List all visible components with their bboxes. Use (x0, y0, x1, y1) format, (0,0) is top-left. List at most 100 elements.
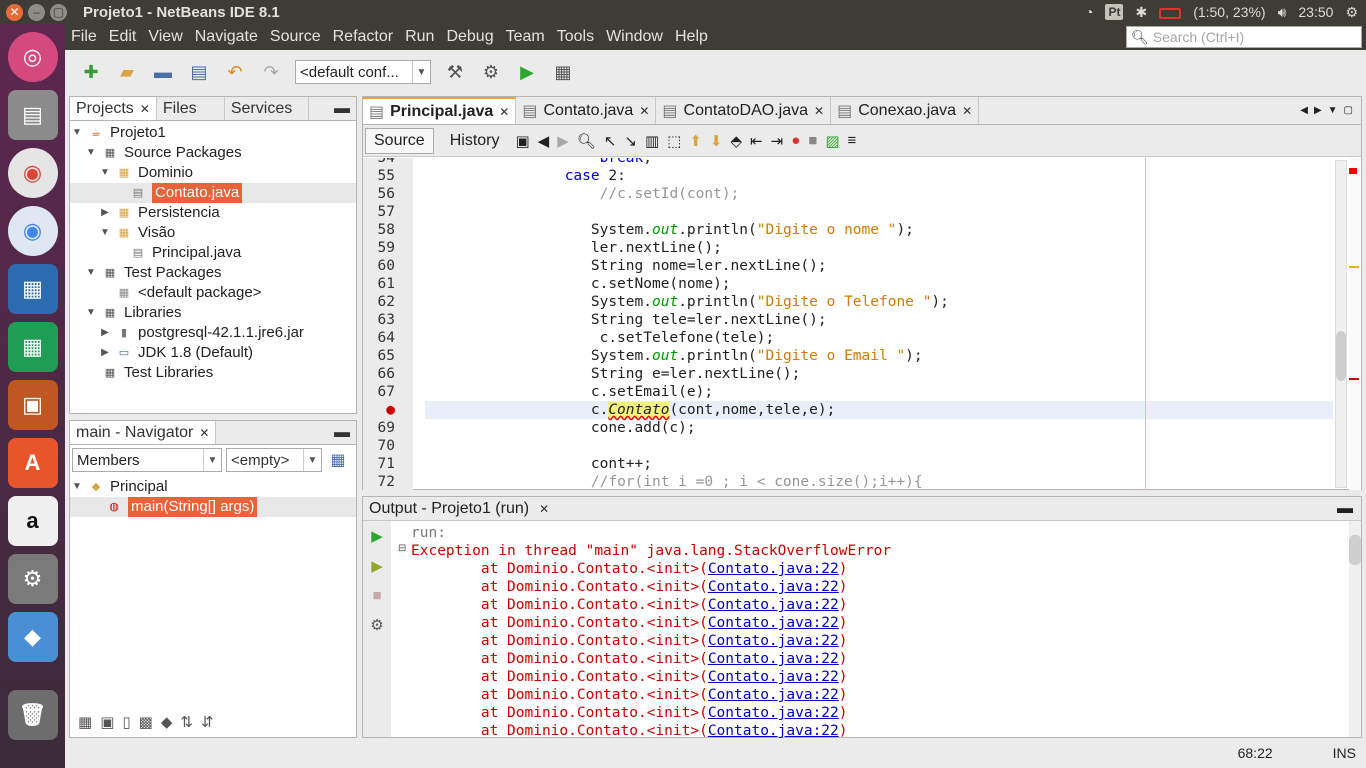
debug-icon[interactable]: ▦ (551, 60, 575, 84)
close-icon[interactable]: ✕ (199, 426, 209, 440)
menu-file[interactable]: File (65, 28, 103, 46)
tree-item-source-packages[interactable]: ▼ ▦ Source Packages (70, 143, 356, 163)
source-tab[interactable]: Source (365, 127, 434, 154)
stack-trace-link[interactable]: Contato.java:22 (708, 723, 839, 739)
sort-icon[interactable]: ⇅ (180, 713, 193, 731)
stack-trace-link[interactable]: Contato.java:22 (708, 561, 839, 577)
close-window-button[interactable]: ✕ (6, 3, 23, 21)
shift-right-icon[interactable]: ⇥ (771, 132, 784, 150)
toggle-rect-selection-icon[interactable]: ⬚ (667, 132, 681, 150)
undo-icon[interactable]: ↶ (223, 60, 247, 84)
chromium-icon[interactable]: ◉ (7, 206, 58, 256)
ubuntu-dash-icon[interactable]: ◎ (7, 32, 58, 82)
menu-tools[interactable]: Tools (551, 28, 600, 46)
tree-item-postgresql-jar[interactable]: ▶ ▮ postgresql-42.1.1.jre6.jar (70, 323, 356, 343)
trash-icon[interactable]: 🗑︎ (7, 690, 58, 740)
find-previous-icon[interactable]: ↖ (604, 132, 617, 150)
menu-debug[interactable]: Debug (440, 28, 499, 46)
tree-item-projeto1[interactable]: ▼ ☕ Projeto1 (70, 123, 356, 143)
stack-trace-link[interactable]: Contato.java:22 (708, 651, 839, 667)
tree-item-test-packages[interactable]: ▼ ▦ Test Packages (70, 263, 356, 283)
volume-icon[interactable]: 🔊︎ (1278, 4, 1287, 21)
stack-trace-link[interactable]: Contato.java:22 (708, 633, 839, 649)
close-icon[interactable]: ✕ (814, 104, 824, 118)
warning-stripe-marker[interactable] (1349, 266, 1359, 268)
close-icon[interactable]: ✕ (639, 104, 649, 118)
close-icon[interactable]: ✕ (140, 102, 150, 116)
tree-item-dominio[interactable]: ▼ ▦ Dominio (70, 163, 356, 183)
minimize-panel-icon[interactable]: ▬ (1337, 500, 1361, 518)
history-tab[interactable]: History (442, 129, 508, 153)
last-edit-icon[interactable]: ▣ (515, 132, 529, 150)
comment-icon[interactable]: ▨ (825, 132, 839, 150)
stack-trace-link[interactable]: Contato.java:22 (708, 579, 839, 595)
gear-icon[interactable]: ⚙ (1345, 4, 1358, 21)
menu-team[interactable]: Team (500, 28, 551, 46)
editor-tab-contato[interactable]: ▤ Contato.java ✕ (516, 97, 657, 124)
shift-left-icon[interactable]: ⇤ (750, 132, 763, 150)
tab-projects[interactable]: Projects ✕ (70, 97, 157, 120)
stack-trace-link[interactable]: Contato.java:22 (708, 705, 839, 721)
filter-select[interactable]: <empty> ▼ (226, 448, 322, 472)
tree-item-principal-java[interactable]: ▤ Principal.java (70, 243, 356, 263)
tree-item-default-package[interactable]: ▦ <default package> (70, 283, 356, 303)
close-icon[interactable]: ✕ (962, 104, 972, 118)
run-icon[interactable]: ▶ (515, 60, 539, 84)
open-project-icon[interactable]: ▬ (151, 60, 175, 84)
start-macro-icon[interactable]: ● (791, 132, 800, 149)
output-title[interactable]: Output - Projeto1 (run) (369, 500, 529, 518)
battery-icon[interactable] (1159, 4, 1182, 20)
close-icon[interactable]: ✕ (499, 105, 509, 119)
navigator-item-main[interactable]: ◍ main(String[] args) (70, 497, 356, 517)
stack-trace-link[interactable]: Contato.java:22 (708, 597, 839, 613)
stack-trace-link[interactable]: Contato.java:22 (708, 615, 839, 631)
members-select[interactable]: Members ▼ (72, 448, 222, 472)
filter-icon[interactable]: ▦ (78, 713, 92, 731)
software-center-icon[interactable]: A (7, 438, 58, 488)
menu-edit[interactable]: Edit (103, 28, 143, 46)
menu-help[interactable]: Help (669, 28, 714, 46)
find-next-icon[interactable]: ↘ (624, 132, 637, 150)
menu-view[interactable]: View (142, 28, 188, 46)
menu-run[interactable]: Run (399, 28, 440, 46)
system-settings-icon[interactable]: ⚙ (7, 554, 58, 604)
tab-services[interactable]: Services (225, 97, 309, 120)
sort-name-icon[interactable]: ⇵ (201, 713, 214, 731)
wifi-icon[interactable]: ◔ (1085, 4, 1093, 20)
fold-icon[interactable]: ⊟ (398, 543, 406, 554)
previous-bookmark-icon[interactable]: ⬆ (689, 132, 702, 150)
search-box[interactable]: 🔍︎ Search (Ctrl+I) (1126, 26, 1362, 48)
impress-icon[interactable]: ▣ (7, 380, 58, 430)
stack-trace-link[interactable]: Contato.java:22 (708, 669, 839, 685)
output-scrollbar[interactable] (1349, 521, 1361, 737)
error-stripe[interactable] (1349, 158, 1361, 490)
tree-item-test-libraries[interactable]: ▦ Test Libraries (70, 363, 356, 383)
battery-status[interactable]: (1:50, 23%) (1193, 4, 1265, 20)
inherited-icon[interactable]: ◆ (161, 713, 173, 731)
writer-icon[interactable]: ▦ (7, 264, 58, 314)
menu-navigate[interactable]: Navigate (189, 28, 264, 46)
tree-item-persistencia[interactable]: ▶ ▦ Persistencia (70, 203, 356, 223)
show-opened-docs-icon[interactable]: ▼ (1328, 105, 1338, 116)
rerun-with-params-icon[interactable]: ▶ (371, 557, 383, 575)
new-file-icon[interactable]: ✚ (79, 60, 103, 84)
configuration-select[interactable]: <default conf... ▼ (295, 60, 431, 84)
toggle-highlight-icon[interactable]: ▥ (645, 132, 659, 150)
menu-refactor[interactable]: Refactor (327, 28, 399, 46)
amazon-icon[interactable]: a (7, 496, 58, 546)
maximize-icon[interactable]: ▢ (1344, 105, 1353, 116)
lock-icon[interactable]: ▩ (139, 713, 153, 731)
forward-icon[interactable]: ▶ (557, 132, 569, 150)
code-area[interactable]: 54 55 56 57 58 59 60 61 62 63 64 65 66 6… (363, 158, 1361, 490)
stop-macro-icon[interactable]: ■ (808, 132, 817, 149)
uncomment-icon[interactable]: ≡ (848, 132, 857, 149)
close-icon[interactable]: ✕ (539, 502, 549, 516)
rerun-icon[interactable]: ▶ (371, 527, 383, 545)
menu-window[interactable]: Window (600, 28, 669, 46)
clean-build-icon[interactable]: ⚙ (479, 60, 503, 84)
minimize-panel-icon[interactable]: ▬ (328, 421, 356, 444)
calc-icon[interactable]: ▦ (7, 322, 58, 372)
tab-files[interactable]: Files (157, 97, 225, 120)
maximize-window-button[interactable]: ▢ (50, 3, 67, 21)
editor-tab-conexao[interactable]: ▤ Conexao.java ✕ (831, 97, 980, 124)
